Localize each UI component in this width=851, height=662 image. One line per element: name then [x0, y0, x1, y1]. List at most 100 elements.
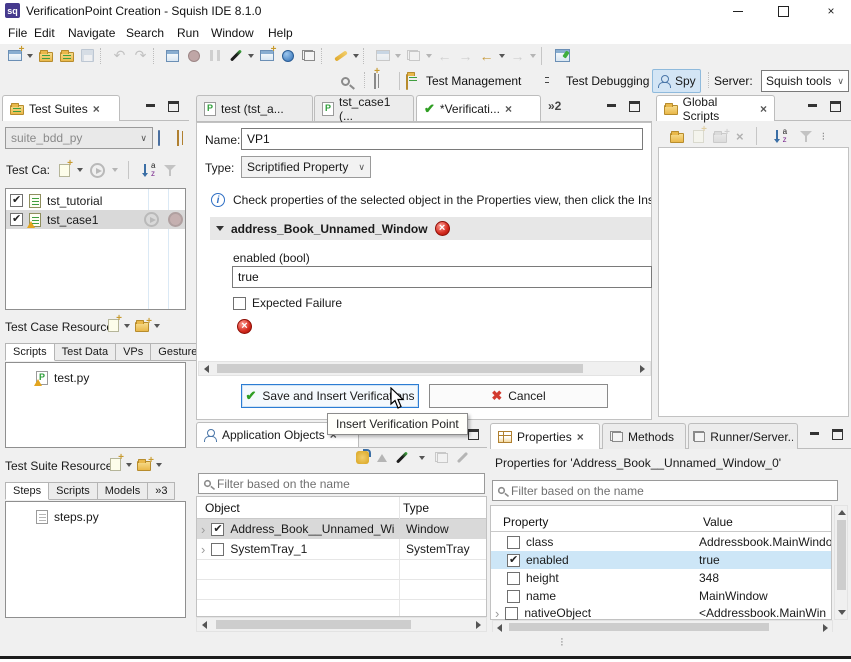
window-close-button[interactable]: × — [818, 3, 844, 19]
test-case-row-tst-tutorial[interactable]: tst_tutorial — [6, 191, 185, 210]
editor-tab-tst-case1[interactable]: tst_case1 (... — [314, 95, 414, 121]
menu-help[interactable]: Help — [268, 26, 293, 40]
run-test-cases-icon[interactable] — [90, 163, 105, 178]
suite-selector[interactable]: suite_bdd_py ∨ — [5, 127, 153, 149]
view-menu-icon[interactable]: ⁝ — [822, 130, 827, 143]
minimize-view-icon[interactable] — [606, 101, 617, 112]
launch-aut-icon[interactable] — [162, 46, 183, 66]
run-script-caret[interactable] — [395, 54, 401, 58]
new-resource-icon[interactable] — [108, 319, 119, 332]
record-icon[interactable] — [183, 46, 204, 66]
close-icon[interactable]: × — [577, 430, 584, 444]
properties-filter-input[interactable] — [511, 484, 833, 498]
refresh-object-map-icon[interactable] — [356, 451, 369, 464]
column-header-type[interactable]: Type — [403, 501, 429, 515]
tst-case1-checkbox[interactable] — [10, 213, 23, 226]
new-resource-caret[interactable] — [126, 463, 132, 467]
tab-test-data[interactable]: Test Data — [55, 343, 116, 361]
property-checkbox[interactable] — [507, 590, 520, 603]
maximize-view-icon[interactable] — [468, 429, 479, 440]
scroll-left-icon[interactable] — [202, 621, 207, 629]
remove-object-icon[interactable] — [435, 221, 450, 236]
run-test-cases-caret[interactable] — [112, 168, 118, 172]
menu-search[interactable]: Search — [126, 26, 164, 40]
up-object-icon[interactable] — [377, 454, 387, 462]
edit-icon[interactable] — [457, 452, 468, 463]
suite-settings-icon[interactable] — [158, 131, 160, 145]
editor-tab-test[interactable]: test (tst_a... — [196, 95, 313, 121]
tab-models[interactable]: Models — [98, 482, 148, 500]
expand-icon[interactable]: › — [201, 542, 205, 557]
open-type-caret[interactable] — [426, 54, 432, 58]
tab-vps[interactable]: VPs — [116, 343, 151, 361]
maximize-view-icon[interactable] — [168, 101, 179, 112]
switch-editor-icon[interactable] — [298, 46, 319, 66]
new-folder-caret[interactable] — [154, 324, 160, 328]
record-row-icon[interactable] — [168, 212, 183, 227]
open-browser-icon[interactable] — [277, 46, 298, 66]
maximize-view-icon[interactable] — [629, 101, 640, 112]
properties-tab[interactable]: Properties × — [490, 423, 600, 449]
filter-icon[interactable] — [164, 164, 177, 177]
expand-icon[interactable]: › — [495, 606, 499, 621]
test-management-perspective-icon[interactable] — [406, 75, 408, 89]
run-script-icon[interactable] — [372, 46, 393, 66]
scroll-up-icon[interactable] — [838, 510, 846, 515]
filter-icon[interactable] — [800, 130, 813, 143]
tab-overflow[interactable]: »3 — [148, 482, 175, 500]
expected-failure-row[interactable]: Expected Failure — [233, 296, 342, 310]
property-checkbox[interactable] — [507, 554, 520, 567]
pin-editor-icon[interactable] — [552, 46, 573, 66]
open-type-icon[interactable] — [403, 46, 424, 66]
minimize-view-icon[interactable] — [809, 429, 820, 440]
pick-object-caret[interactable] — [419, 456, 425, 460]
suite-config-icon[interactable] — [177, 131, 179, 145]
server-select[interactable]: Squish tools ∨ — [761, 70, 849, 92]
scroll-right-icon[interactable] — [640, 365, 645, 373]
column-header-property[interactable]: Property — [503, 515, 548, 529]
back-history-caret[interactable] — [499, 54, 505, 58]
last-edit-back-icon[interactable]: ← — [434, 46, 455, 66]
menu-run[interactable]: Run — [177, 26, 199, 40]
tst-tutorial-checkbox[interactable] — [10, 194, 23, 207]
quick-launch-caret[interactable] — [353, 54, 359, 58]
close-icon[interactable]: × — [93, 102, 100, 116]
object-checkbox[interactable] — [211, 523, 224, 536]
new-test-case-icon[interactable] — [59, 164, 70, 177]
object-section-header[interactable]: address_Book_Unnamed_Window — [210, 217, 651, 240]
test-case-row-tst-case1[interactable]: tst_case1 — [6, 210, 185, 229]
window-maximize-button[interactable] — [770, 3, 796, 19]
maximize-view-icon[interactable] — [832, 429, 843, 440]
spy-perspective[interactable]: Spy — [652, 69, 701, 93]
menu-edit[interactable]: Edit — [34, 26, 55, 40]
new-test-suite-icon[interactable] — [4, 46, 25, 66]
file-row-test-py[interactable]: test.py — [32, 369, 89, 387]
scrollbar-thumb[interactable] — [837, 520, 846, 590]
object-map-icon[interactable] — [435, 452, 448, 463]
property-row-nativeobject[interactable]: › nativeObject <Addressbook.MainWin — [491, 605, 831, 621]
scroll-right-icon[interactable] — [823, 624, 828, 632]
pick-object-icon[interactable] — [225, 46, 246, 66]
property-row-enabled[interactable]: enabled true — [491, 551, 831, 569]
object-row-systemtray[interactable]: › SystemTray_1 SystemTray — [197, 539, 486, 559]
object-filter[interactable] — [198, 473, 485, 494]
test-suites-tab[interactable]: Test Suites × — [2, 95, 120, 121]
menu-window[interactable]: Window — [211, 26, 254, 40]
pick-object-icon[interactable] — [396, 451, 408, 463]
expected-failure-checkbox[interactable] — [233, 297, 246, 310]
open-test-suite-icon[interactable] — [56, 46, 77, 66]
cancel-button[interactable]: ✖ Cancel — [429, 384, 608, 408]
new-editor-icon[interactable] — [256, 46, 277, 66]
run-row-icon[interactable] — [144, 212, 159, 227]
expand-icon[interactable]: › — [201, 522, 205, 537]
maximize-view-icon[interactable] — [830, 101, 841, 112]
scroll-right-icon[interactable] — [476, 621, 481, 629]
forward-history-icon[interactable]: → — [507, 46, 528, 66]
minimize-view-icon[interactable] — [145, 101, 156, 112]
new-folder-icon[interactable] — [137, 461, 151, 471]
objects-horizontal-scrollbar[interactable] — [196, 617, 487, 632]
property-row-height[interactable]: height 348 — [491, 569, 831, 587]
object-filter-input[interactable] — [217, 477, 480, 491]
tab-steps[interactable]: Steps — [5, 482, 49, 500]
scroll-down-icon[interactable] — [838, 610, 846, 615]
